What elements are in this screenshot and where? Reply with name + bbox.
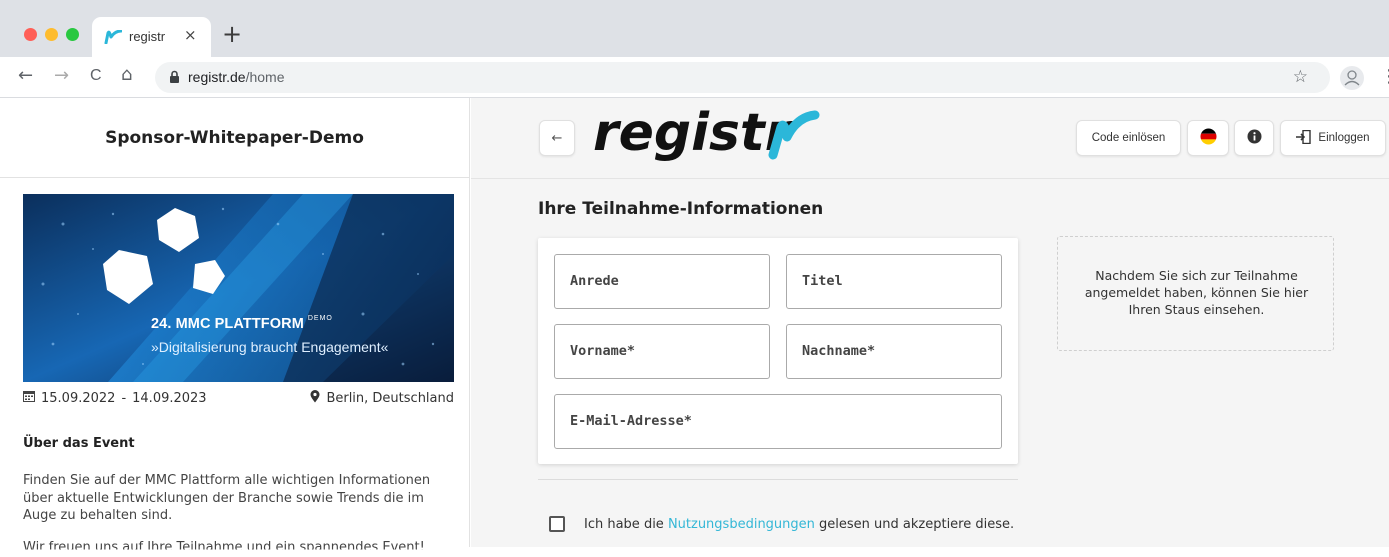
language-button[interactable] [1187, 120, 1229, 156]
brand-wordmark: registr [593, 103, 794, 163]
registr-favicon-icon [104, 29, 123, 48]
back-button[interactable]: ← [539, 120, 575, 156]
login-button[interactable]: Einloggen [1280, 120, 1386, 156]
form-divider [538, 479, 1018, 480]
app-header: ← registr Code einlösen Einloggen [471, 98, 1389, 179]
german-flag-icon [1200, 128, 1217, 148]
redeem-code-button[interactable]: Code einlösen [1076, 120, 1181, 156]
banner-title: 24. MMC PLATTFORM DEMO [151, 315, 333, 332]
address-bar[interactable]: registr.de/home ☆ [155, 62, 1330, 93]
participation-status-box: Nachdem Sie sich zur Teilnahme angemelde… [1057, 236, 1334, 351]
info-button[interactable] [1234, 120, 1274, 156]
reload-icon[interactable]: C [90, 67, 102, 85]
terms-link[interactable]: Nutzungsbedingungen [668, 517, 815, 532]
window-minimize-button[interactable] [45, 28, 58, 41]
forward-arrow-icon[interactable]: → [54, 65, 69, 86]
section-title: Ihre Teilnahme-Informationen [538, 199, 824, 219]
browser-tab-bar: registr × + [0, 0, 1389, 57]
browser-menu-icon[interactable]: ⋮ [1380, 66, 1389, 87]
login-label: Einloggen [1318, 132, 1370, 144]
event-sidebar: Sponsor-Whitepaper-Demo 24. MMC PLATTFOR… [0, 98, 470, 550]
banner-demo-badge: DEMO [307, 315, 333, 322]
email-label: E-Mail-Adresse* [570, 413, 692, 429]
window-maximize-button[interactable] [66, 28, 79, 41]
calendar-icon [23, 390, 35, 406]
back-arrow-icon: ← [551, 130, 563, 146]
about-heading: Über das Event [23, 436, 135, 451]
last-name-label: Nachname* [802, 343, 876, 359]
status-hint-text: Nachdem Sie sich zur Teilnahme angemelde… [1084, 268, 1309, 317]
title-field[interactable]: Titel [786, 254, 1002, 309]
banner-subtitle: »Digitalisierung braucht Engagement« [151, 339, 389, 355]
first-name-label: Vorname* [570, 343, 636, 359]
first-name-field[interactable]: Vorname* [554, 324, 770, 379]
date-start: 15.09.2022 [41, 390, 116, 406]
terms-checkbox[interactable] [549, 516, 565, 532]
title-label: Titel [802, 273, 843, 289]
event-dates: 15.09.2022 - 14.09.2023 [23, 390, 207, 406]
tab-title: registr [129, 29, 166, 44]
terms-row: Ich habe die Nutzungsbedingungen gelesen… [549, 516, 1014, 532]
last-name-field[interactable]: Nachname* [786, 324, 1002, 379]
salutation-field[interactable]: Anrede [554, 254, 770, 309]
about-text-continued: Wir freuen uns auf Ihre Teilnahme und ei… [23, 540, 425, 555]
event-meta: 15.09.2022 - 14.09.2023 Berlin, Deutschl… [23, 390, 454, 410]
url-text: registr.de/home [188, 69, 285, 85]
lock-icon [169, 69, 180, 88]
bookmark-star-icon[interactable]: ☆ [1293, 67, 1308, 87]
event-title: Sponsor-Whitepaper-Demo [105, 127, 364, 148]
terms-text: Ich habe die Nutzungsbedingungen gelesen… [584, 516, 1015, 532]
event-banner-image: 24. MMC PLATTFORM DEMO »Digitalisierung b… [23, 194, 454, 382]
registration-main: ← registr Code einlösen Einloggen Ihre T… [471, 98, 1389, 547]
back-arrow-icon[interactable]: ← [18, 65, 33, 86]
date-separator: - [121, 390, 127, 406]
location-text: Berlin, Deutschland [326, 391, 454, 406]
tab-close-icon[interactable]: × [184, 26, 197, 44]
window-close-button[interactable] [24, 28, 37, 41]
new-tab-button[interactable]: + [222, 22, 242, 46]
registration-form: Anrede Titel Vorname* Nachname* E-Mail-A… [538, 238, 1018, 464]
home-icon[interactable]: ⌂ [121, 64, 132, 85]
browser-tab[interactable]: registr × [92, 17, 211, 57]
about-text: Finden Sie auf der MMC Plattform alle wi… [23, 473, 431, 523]
profile-avatar-icon[interactable] [1340, 66, 1364, 90]
salutation-label: Anrede [570, 273, 619, 289]
browser-toolbar: ← → C ⌂ registr.de/home ☆ ⋮ [0, 57, 1389, 98]
sidebar-header: Sponsor-Whitepaper-Demo [0, 98, 469, 178]
event-location: Berlin, Deutschland [310, 390, 454, 407]
map-pin-icon [310, 390, 320, 407]
registr-logo[interactable]: registr [593, 103, 823, 167]
info-icon [1247, 129, 1262, 147]
login-door-icon [1296, 129, 1312, 147]
date-end: 14.09.2023 [132, 390, 207, 406]
email-field[interactable]: E-Mail-Adresse* [554, 394, 1002, 449]
